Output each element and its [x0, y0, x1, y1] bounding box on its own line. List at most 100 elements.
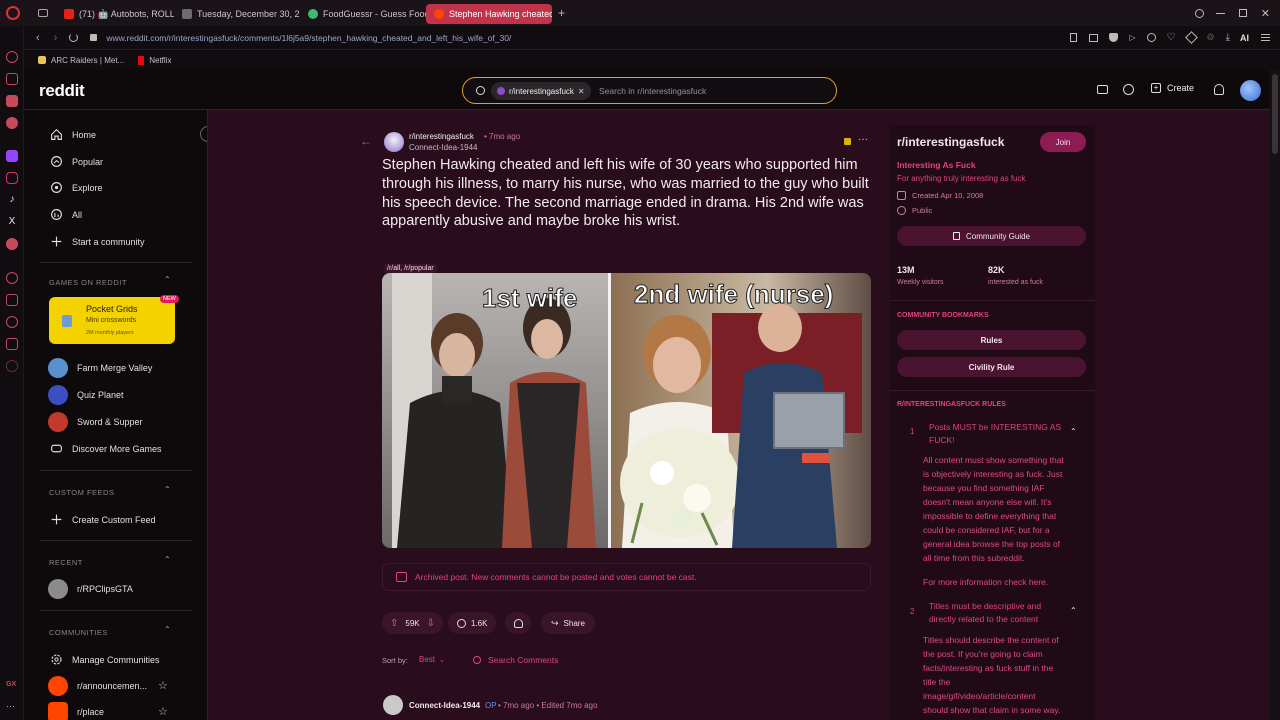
url-field[interactable]: www.reddit.com/r/interestingasfuck/comme… — [106, 33, 511, 43]
nav-start-community[interactable]: Start a community — [50, 235, 145, 248]
bookmark-icon[interactable] — [1070, 33, 1078, 42]
bookmark-civility-rule[interactable]: Civility Rule — [897, 357, 1086, 377]
chat-icon[interactable] — [1123, 84, 1134, 95]
games-heading[interactable]: GAMES ON REDDIT — [49, 278, 127, 287]
recent-rpclipsgta[interactable]: r/RPClipsGTA — [48, 579, 133, 599]
back-button[interactable]: ← — [358, 134, 374, 150]
featured-game-card[interactable]: Pocket Grids Mini crosswords 2M monthly … — [49, 295, 179, 344]
game-sword-supper[interactable]: Sword & Supper — [48, 412, 143, 432]
more-icon[interactable]: ··· — [6, 701, 18, 713]
reddit-logo[interactable]: reddit — [39, 81, 85, 101]
bookmark-arc-raiders[interactable]: ARC Raiders | Met... — [38, 56, 124, 65]
tab-youtube[interactable]: (71) 🤖 Autobots, ROLL O — [56, 4, 174, 24]
aria-icon[interactable] — [6, 51, 18, 63]
chip-close-icon[interactable]: ✕ — [578, 87, 585, 96]
ai-button[interactable]: AI — [1240, 33, 1249, 43]
nav-all[interactable]: All — [50, 208, 82, 221]
create-custom-feed[interactable]: Create Custom Feed — [50, 513, 156, 526]
community-announcements[interactable]: r/announcemen... — [48, 676, 147, 696]
search-tabs-icon[interactable] — [1194, 8, 1204, 18]
bookmark-netflix[interactable]: Netflix — [138, 55, 171, 65]
game-quiz-planet[interactable]: Quiz Planet — [48, 385, 124, 405]
minimize-icon[interactable] — [1215, 12, 1225, 14]
back-icon[interactable]: ‹ — [36, 32, 40, 44]
pinboard-icon[interactable] — [6, 73, 18, 85]
favorite-star-icon[interactable]: ☆ — [158, 705, 168, 718]
community-name[interactable]: r/interestingasfuck — [897, 135, 1004, 149]
vpn-icon[interactable] — [1146, 33, 1156, 42]
search-input[interactable]: Search in r/interestingasfuck — [599, 86, 706, 96]
nav-home[interactable]: Home — [50, 128, 96, 141]
page-scrollbar[interactable] — [1270, 70, 1280, 720]
workspaces-icon[interactable] — [38, 9, 48, 17]
messenger-icon[interactable] — [6, 117, 18, 129]
extensions-icon[interactable] — [1184, 31, 1198, 44]
post-author[interactable]: Connect-Idea-1944 — [409, 143, 478, 152]
community-place[interactable]: r/place — [48, 702, 104, 720]
scrollbar-thumb[interactable] — [1272, 74, 1278, 154]
play-icon[interactable]: ▷ — [1129, 33, 1135, 42]
extensions-side-icon[interactable] — [6, 338, 18, 350]
communities-heading[interactable]: COMMUNITIES — [49, 628, 108, 637]
sort-dropdown[interactable]: Best ⌄ — [419, 655, 445, 664]
nav-collapse-button[interactable] — [200, 126, 207, 142]
rule2-title[interactable]: Titles must be descriptive and directly … — [929, 600, 1069, 626]
menu-icon[interactable] — [1261, 34, 1270, 41]
search-bar[interactable]: r/interestingasfuck ✕ Search in r/intere… — [462, 77, 837, 104]
rule1-title[interactable]: Posts MUST be INTERESTING AS FUCK! — [929, 421, 1069, 447]
nav-explore[interactable]: Explore — [50, 181, 103, 194]
downloads-icon[interactable] — [6, 294, 18, 306]
download-icon[interactable]: ⤓ — [1226, 32, 1230, 43]
settings-icon[interactable] — [6, 360, 18, 372]
tab-foodguessr[interactable]: FoodGuessr - Guess Food — [300, 4, 426, 24]
share-button[interactable]: ↪ Share — [541, 612, 595, 634]
advertise-icon[interactable] — [1097, 85, 1108, 94]
favorite-star-icon[interactable]: ☆ — [158, 679, 168, 692]
subreddit-chip[interactable]: r/interestingasfuck ✕ — [491, 82, 591, 100]
twitch-icon[interactable] — [6, 150, 18, 162]
tab-reddit-active[interactable]: Stephen Hawking cheated — [426, 4, 552, 24]
user-avatar[interactable] — [1240, 80, 1261, 101]
manage-communities[interactable]: Manage Communities — [50, 653, 160, 666]
post-flair[interactable]: /r/all, /r/popular — [384, 264, 437, 273]
tiktok-icon[interactable]: ♪ — [6, 194, 18, 206]
x-icon[interactable]: X — [6, 216, 18, 228]
games-chevron-icon[interactable]: ⌃ — [164, 275, 171, 284]
award-button[interactable] — [505, 612, 531, 634]
recent-chevron-icon[interactable]: ⌃ — [164, 555, 171, 564]
upvote-icon[interactable]: ⇧ — [390, 618, 398, 629]
gx-icon[interactable]: GX — [6, 681, 18, 693]
join-button[interactable]: Join — [1040, 132, 1086, 152]
custom-feeds-heading[interactable]: CUSTOM FEEDS — [49, 488, 114, 497]
post-subreddit-name[interactable]: r/interestingasfuck — [409, 132, 474, 141]
easy-setup-icon[interactable]: ♲ — [1207, 32, 1215, 43]
discover-more-games[interactable]: Discover More Games — [50, 442, 162, 455]
new-tab-button[interactable]: + — [558, 6, 565, 20]
shield-icon[interactable] — [1109, 33, 1119, 42]
restore-icon[interactable] — [1238, 9, 1247, 17]
opera-logo-icon[interactable] — [6, 6, 20, 20]
messages-icon[interactable] — [6, 95, 18, 107]
recent-heading[interactable]: RECENT — [49, 558, 83, 567]
reload-icon[interactable] — [69, 33, 79, 42]
snapshot-icon[interactable] — [1089, 33, 1099, 42]
post-overflow-icon[interactable]: ··· — [858, 134, 868, 145]
comments-button[interactable]: 1.6K — [448, 612, 497, 634]
search-comments-button[interactable]: Search Comments — [463, 650, 568, 670]
communities-chevron-icon[interactable]: ⌃ — [164, 625, 171, 634]
post-subreddit-avatar[interactable] — [384, 132, 404, 152]
close-window-icon[interactable]: ✕ — [1261, 7, 1270, 20]
downvote-icon[interactable]: ⇩ — [427, 618, 435, 629]
instagram-icon[interactable] — [6, 172, 18, 184]
rule1-more-link[interactable]: For more information check here. — [923, 575, 1093, 589]
heart-icon[interactable]: ♡ — [1167, 32, 1176, 43]
comment-avatar[interactable] — [383, 695, 403, 715]
post-image[interactable]: 1st wife 2nd wife (nurse) — [382, 273, 871, 548]
comment-author[interactable]: Connect-Idea-1944 — [409, 701, 480, 710]
bookmark-rules[interactable]: Rules — [897, 330, 1086, 350]
notifications-icon[interactable] — [1214, 84, 1224, 95]
community-guide-button[interactable]: Community Guide — [897, 226, 1086, 246]
history-icon[interactable] — [6, 272, 18, 284]
nav-popular[interactable]: Popular — [50, 155, 103, 168]
rule2-collapse-chevron-icon[interactable]: ⌃ — [1070, 606, 1077, 615]
